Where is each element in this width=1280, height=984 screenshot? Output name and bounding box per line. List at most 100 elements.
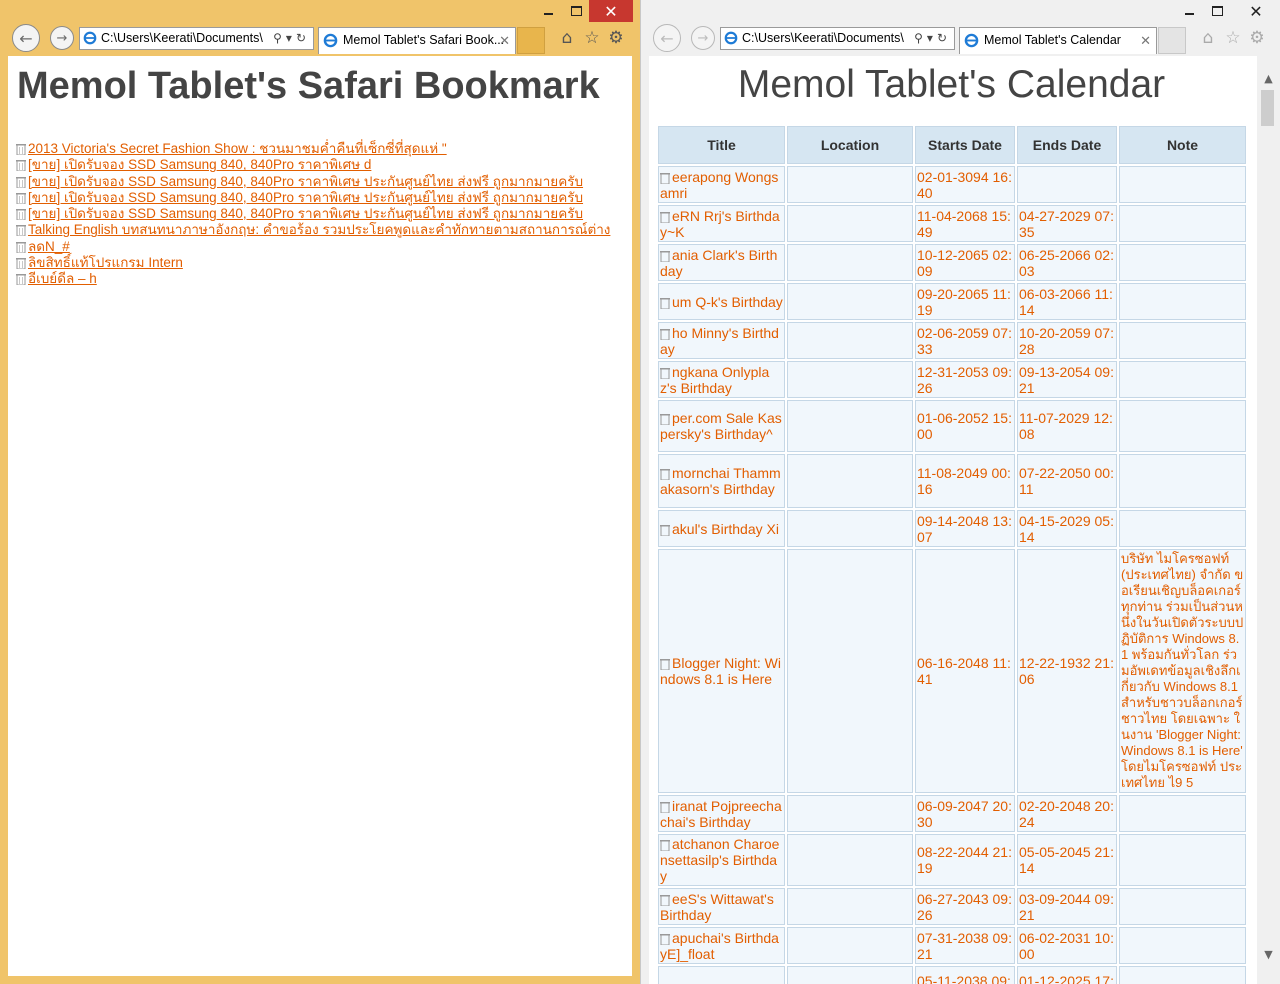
- forward-button[interactable]: →: [50, 26, 74, 50]
- bookmark-item: [ขาย] เปิดรับจอง SSD Samsung 840, 840Pro…: [16, 157, 632, 173]
- dropdown-icon[interactable]: ▾: [927, 31, 937, 45]
- trash-icon: [660, 211, 670, 223]
- vertical-scrollbar[interactable]: ▲ ▼: [1257, 56, 1280, 984]
- search-icon[interactable]: ⚲: [914, 31, 927, 45]
- trash-icon: [16, 241, 26, 253]
- bookmark-link[interactable]: 2013 Victoria's Secret Fashion Show : ชว…: [28, 141, 447, 156]
- new-tab-button[interactable]: [517, 27, 545, 54]
- event-title-cell: iranat Pojpreechachai's Birthday: [658, 795, 785, 832]
- address-bar[interactable]: C:\Users\Keerati\Documents\ ⚲▾↻: [720, 27, 955, 50]
- active-tab[interactable]: Memol Tablet's Safari Book... ✕: [318, 27, 516, 54]
- event-title-cell: ngkana Onlyplaz's Birthday: [658, 361, 785, 398]
- page-title: Memol Tablet's Safari Bookmark: [17, 65, 600, 107]
- trash-icon: [16, 225, 26, 237]
- bookmark-link[interactable]: อีเบย์ดีล – h: [28, 271, 97, 286]
- favorites-star-icon[interactable]: ☆: [1222, 27, 1244, 49]
- home-icon[interactable]: ⌂: [556, 27, 578, 49]
- home-icon[interactable]: ⌂: [1197, 27, 1219, 49]
- table-row: Blogger Night: Windows 8.1 is Here 06-16-…: [658, 549, 1246, 793]
- tab-close-icon[interactable]: ✕: [499, 28, 510, 53]
- new-tab-button[interactable]: [1158, 27, 1186, 54]
- event-title-cell: eerapong Wongsamri: [658, 166, 785, 203]
- note-cell: [1119, 966, 1246, 984]
- scroll-thumb[interactable]: [1261, 90, 1274, 126]
- refresh-icon[interactable]: ↻: [296, 31, 310, 45]
- trash-icon: [16, 274, 26, 286]
- end-date-cell: 09-13-2054 09:21: [1017, 361, 1117, 398]
- ie-logo-icon: [83, 31, 97, 45]
- note-cell: [1119, 834, 1246, 886]
- event-title: ho Minny's Birthday: [660, 324, 779, 357]
- maximize-button[interactable]: [560, 0, 592, 22]
- active-tab[interactable]: Memol Tablet's Calendar ✕: [959, 27, 1157, 54]
- end-date-cell: 01-12-2025 17:: [1017, 966, 1117, 984]
- title-bar: ✕: [641, 0, 1280, 24]
- bookmark-item: ลิขสิทธิ์แท้โปรแกรม Intern: [16, 255, 632, 271]
- scroll-up-icon[interactable]: ▲: [1257, 68, 1280, 88]
- location-cell: [787, 361, 913, 398]
- end-date-cell: 12-22-1932 21:06: [1017, 549, 1117, 793]
- end-date-cell: 06-25-2066 02:03: [1017, 244, 1117, 281]
- event-title-cell: mornchai Thammakasorn's Birthday: [658, 454, 785, 508]
- close-window-button[interactable]: ✕: [1234, 0, 1278, 22]
- note-cell: [1119, 166, 1246, 203]
- browser-toolbar: ← → C:\Users\Keerati\Documents\ ⚲▾↻ Memo…: [641, 24, 1280, 56]
- event-title-cell: atchanon Charoensettasilp's Birthday: [658, 834, 785, 886]
- event-title-cell: ania Clark's Birthday: [658, 244, 785, 281]
- ie-logo-icon: [964, 33, 979, 48]
- address-bar[interactable]: C:\Users\Keerati\Documents\ ⚲▾↻: [79, 27, 314, 50]
- trash-icon: [660, 414, 670, 425]
- close-window-button[interactable]: ✕: [589, 0, 633, 22]
- right-browser-window: ✕ ← → C:\Users\Keerati\Documents\ ⚲▾↻ Me…: [640, 0, 1280, 984]
- settings-gear-icon[interactable]: ⚙: [1246, 27, 1268, 49]
- tab-close-icon[interactable]: ✕: [1140, 28, 1151, 53]
- bookmark-link[interactable]: [ขาย] เปิดรับจอง SSD Samsung 840, 840Pro…: [28, 206, 583, 221]
- trash-icon: [16, 209, 26, 221]
- forward-button[interactable]: →: [691, 26, 715, 50]
- location-cell: [787, 927, 913, 964]
- left-page-content: Memol Tablet's Safari Bookmark 2013 Vict…: [8, 56, 632, 976]
- note-cell: [1119, 244, 1246, 281]
- start-date-cell: 11-08-2049 00:16: [915, 454, 1015, 508]
- back-button[interactable]: ←: [12, 24, 40, 52]
- bookmark-link[interactable]: [ขาย] เปิดรับจอง SSD Samsung 840, 840Pro…: [28, 174, 583, 189]
- table-row: eerapong Wongsamri 02-01-3094 16:40: [658, 166, 1246, 203]
- scroll-down-icon[interactable]: ▼: [1257, 944, 1280, 964]
- search-icon[interactable]: ⚲: [273, 31, 286, 45]
- refresh-icon[interactable]: ↻: [937, 31, 951, 45]
- bookmark-list: 2013 Victoria's Secret Fashion Show : ชว…: [16, 141, 632, 288]
- ie-logo-icon: [323, 33, 338, 48]
- location-cell: [787, 400, 913, 452]
- event-title-cell: akul's Birthday Xi: [658, 510, 785, 547]
- settings-gear-icon[interactable]: ⚙: [605, 27, 627, 49]
- location-cell: [787, 205, 913, 242]
- bookmark-link[interactable]: ลิขสิทธิ์แท้โปรแกรม Intern: [28, 255, 183, 270]
- bookmark-link[interactable]: Talking English บทสนทนาภาษาอังกฤษ: คำขอร…: [28, 222, 610, 237]
- event-title: um Q-k's Birthday: [672, 293, 783, 310]
- maximize-button[interactable]: [1201, 0, 1233, 22]
- trash-icon: [16, 258, 26, 270]
- column-header: Note: [1119, 126, 1246, 164]
- bookmark-link[interactable]: [ขาย] เปิดรับจอง SSD Samsung 840, 840Pro…: [28, 157, 371, 172]
- start-date-cell: 06-16-2048 11:41: [915, 549, 1015, 793]
- location-cell: [787, 834, 913, 886]
- location-cell: [787, 795, 913, 832]
- start-date-cell: 01-06-2052 15:00: [915, 400, 1015, 452]
- page-title: Memol Tablet's Calendar: [737, 63, 1166, 106]
- dropdown-icon[interactable]: ▾: [286, 31, 296, 45]
- event-title: eRN Rrj's Birthday~K: [660, 207, 780, 240]
- bookmark-link[interactable]: [ขาย] เปิดรับจอง SSD Samsung 840, 840Pro…: [28, 190, 583, 205]
- forward-arrow-icon: →: [697, 30, 709, 46]
- note-cell: [1119, 400, 1246, 452]
- bookmark-link[interactable]: ลดN_#: [28, 239, 70, 254]
- trash-icon: [660, 328, 670, 340]
- favorites-star-icon[interactable]: ☆: [581, 27, 603, 49]
- event-title-cell: Blogger Night: Windows 8.1 is Here: [658, 549, 785, 793]
- back-button[interactable]: ←: [653, 24, 681, 52]
- event-title: ania Clark's Birthday: [660, 246, 778, 279]
- start-date-cell: 09-14-2048 13:07: [915, 510, 1015, 547]
- event-title-cell: [658, 966, 785, 984]
- close-icon: ✕: [1249, 1, 1263, 21]
- column-header: Title: [658, 126, 785, 164]
- end-date-cell: 06-03-2066 11:14: [1017, 283, 1117, 320]
